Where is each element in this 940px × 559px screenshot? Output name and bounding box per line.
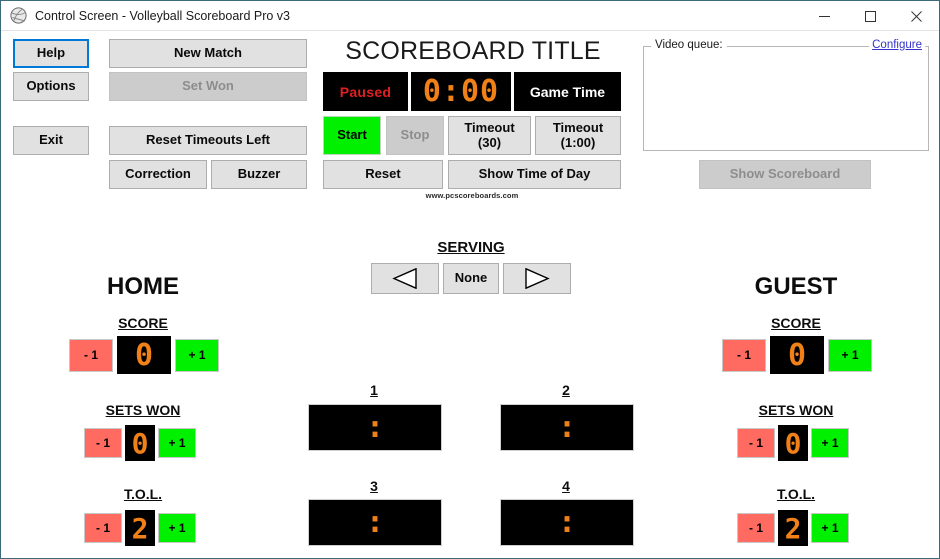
close-button[interactable]: [893, 1, 939, 31]
home-tol-value: 2: [125, 510, 155, 546]
set-1-panel[interactable]: :: [308, 404, 442, 451]
timeout-60-button[interactable]: Timeout (1:00): [535, 116, 621, 155]
new-match-button[interactable]: New Match: [109, 39, 307, 68]
serve-left-button[interactable]: [371, 263, 439, 294]
exit-button[interactable]: Exit: [13, 126, 89, 155]
maximize-button[interactable]: [847, 1, 893, 31]
timeout-30-line1: Timeout: [464, 119, 515, 135]
guest-tol-label: T.O.L.: [776, 486, 816, 502]
buzzer-button[interactable]: Buzzer: [211, 160, 307, 189]
set-3-label: 3: [370, 478, 378, 494]
guest-tol-controls: - 1 2 + 1: [737, 510, 849, 546]
start-button[interactable]: Start: [323, 116, 381, 155]
triangle-left-icon: [392, 268, 418, 289]
serve-right-button[interactable]: [503, 263, 571, 294]
home-tol-label: T.O.L.: [123, 486, 163, 502]
home-score-controls: - 1 0 + 1: [69, 336, 219, 374]
guest-sets-value: 0: [778, 425, 808, 461]
guest-sets-minus-button[interactable]: - 1: [737, 428, 775, 458]
window-controls: [801, 1, 939, 31]
guest-score-minus-button[interactable]: - 1: [722, 338, 766, 372]
timeout-30-line2: (30): [477, 134, 502, 150]
reset-timeouts-left-button[interactable]: Reset Timeouts Left: [109, 126, 307, 155]
home-sets-label: SETS WON: [105, 402, 181, 418]
reset-clock-button[interactable]: Reset: [323, 160, 443, 189]
show-scoreboard-button[interactable]: Show Scoreboard: [699, 160, 871, 189]
help-button[interactable]: Help: [13, 39, 89, 68]
set-won-button[interactable]: Set Won: [109, 72, 307, 101]
home-team-name: HOME: [107, 273, 179, 300]
guest-sets-plus-button[interactable]: + 1: [811, 428, 849, 458]
serving-label: SERVING: [437, 239, 505, 256]
scoreboard-title: SCOREBOARD TITLE: [345, 37, 601, 65]
timeout-60-line1: Timeout: [552, 119, 604, 135]
video-queue-legend: Video queue:: [651, 39, 727, 51]
guest-sets-label: SETS WON: [758, 402, 834, 418]
timeout-30-button[interactable]: Timeout (30): [448, 116, 531, 155]
home-sets-value: 0: [125, 425, 155, 461]
clock-display-row: Paused 0:00 Game Time: [323, 72, 621, 111]
options-button[interactable]: Options: [13, 72, 89, 101]
watermark-url: www.pcscoreboards.com: [425, 191, 519, 200]
guest-tol-value: 2: [778, 510, 808, 546]
guest-team-name: GUEST: [754, 273, 838, 300]
set-4-label: 4: [562, 478, 570, 494]
show-time-of-day-button[interactable]: Show Time of Day: [448, 160, 621, 189]
correction-button[interactable]: Correction: [109, 160, 207, 189]
home-sets-plus-button[interactable]: + 1: [158, 428, 196, 458]
home-score-value: 0: [117, 336, 171, 374]
guest-sets-controls: - 1 0 + 1: [737, 425, 849, 461]
stop-button[interactable]: Stop: [386, 116, 444, 155]
minimize-button[interactable]: [801, 1, 847, 31]
triangle-right-icon: [524, 268, 550, 289]
home-tol-controls: - 1 2 + 1: [84, 510, 196, 546]
set-3-panel[interactable]: :: [308, 499, 442, 546]
clock-time: 0:00: [411, 72, 511, 111]
home-score-label: SCORE: [118, 315, 168, 331]
volleyball-icon: [9, 7, 27, 25]
home-sets-minus-button[interactable]: - 1: [84, 428, 122, 458]
home-sets-controls: - 1 0 + 1: [84, 425, 196, 461]
set-4-panel[interactable]: :: [500, 499, 634, 546]
home-score-minus-button[interactable]: - 1: [69, 338, 113, 372]
home-tol-plus-button[interactable]: + 1: [158, 513, 196, 543]
set-2-label: 2: [562, 382, 570, 398]
clock-mode-label: Game Time: [514, 72, 621, 111]
guest-score-value: 0: [770, 336, 824, 374]
guest-score-plus-button[interactable]: + 1: [828, 338, 872, 372]
guest-tol-plus-button[interactable]: + 1: [811, 513, 849, 543]
window-title: Control Screen - Volleyball Scoreboard P…: [35, 8, 290, 23]
guest-score-controls: - 1 0 + 1: [722, 336, 872, 374]
guest-score-label: SCORE: [771, 315, 821, 331]
video-queue-groupbox: [643, 46, 929, 151]
control-screen-window: Control Screen - Volleyball Scoreboard P…: [0, 0, 940, 559]
clock-status: Paused: [323, 72, 408, 111]
home-tol-minus-button[interactable]: - 1: [84, 513, 122, 543]
configure-link[interactable]: Configure: [869, 39, 925, 51]
timeout-60-line2: (1:00): [560, 134, 596, 150]
guest-tol-minus-button[interactable]: - 1: [737, 513, 775, 543]
set-1-label: 1: [370, 382, 378, 398]
titlebar: Control Screen - Volleyball Scoreboard P…: [1, 1, 939, 31]
set-2-panel[interactable]: :: [500, 404, 634, 451]
serve-none-button[interactable]: None: [443, 263, 499, 294]
home-score-plus-button[interactable]: + 1: [175, 338, 219, 372]
